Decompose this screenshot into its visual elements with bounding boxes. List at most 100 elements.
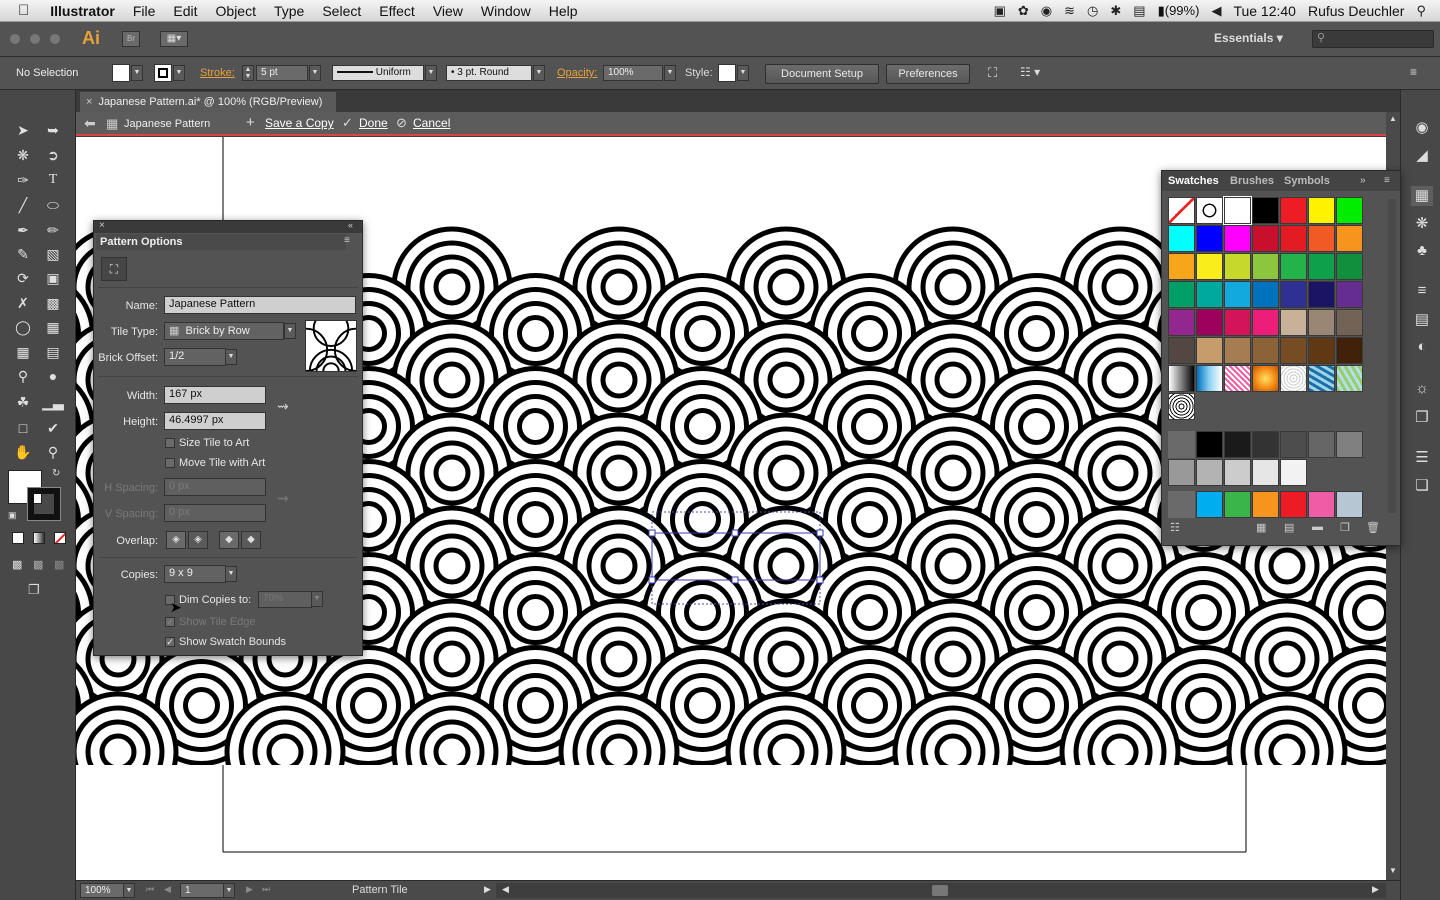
panel-collapse-icon[interactable]: «: [348, 220, 353, 230]
color-swatch[interactable]: [1336, 253, 1363, 280]
color-swatch[interactable]: [1336, 337, 1363, 364]
size-tile-to-art-checkbox[interactable]: [165, 438, 175, 448]
color-swatch[interactable]: [1308, 337, 1335, 364]
minimize-window-button[interactable]: [30, 34, 40, 44]
color-swatch[interactable]: [1224, 337, 1251, 364]
document-setup-button[interactable]: Document Setup: [765, 64, 879, 84]
workspace-switcher[interactable]: Essentials ▾: [1214, 31, 1283, 45]
blend-tool-icon[interactable]: ●: [42, 366, 64, 386]
color-swatch[interactable]: [1280, 225, 1307, 252]
sync-icon[interactable]: ◉: [1041, 3, 1052, 19]
zoom-dropdown[interactable]: ▼: [123, 883, 135, 898]
magic-wand-tool-icon[interactable]: ❋: [12, 145, 34, 165]
gradient-pattern-swatch[interactable]: [1168, 365, 1195, 392]
line-tool-icon[interactable]: ╱: [12, 195, 34, 215]
zoom-level-input[interactable]: 100%: [80, 883, 124, 898]
brick-offset-dropdown[interactable]: ▼: [225, 349, 237, 365]
artboard-number-input[interactable]: 1: [180, 883, 224, 898]
color-group-folder-icon[interactable]: [1168, 431, 1195, 458]
slice-tool-icon[interactable]: ✔: [42, 418, 64, 438]
color-swatch[interactable]: [1224, 281, 1251, 308]
eraser-tool-icon[interactable]: ▧: [42, 244, 64, 264]
color-swatch[interactable]: [1196, 253, 1223, 280]
horizontal-scroll-thumb[interactable]: [932, 885, 948, 896]
gray-swatch[interactable]: [1252, 431, 1279, 458]
default-colors-icon[interactable]: ▣: [8, 510, 17, 521]
symbol-sprayer-tool-icon[interactable]: ☘: [12, 392, 34, 412]
color-swatch[interactable]: [1168, 253, 1195, 280]
gray-swatch[interactable]: [1280, 459, 1307, 486]
gradient-panel-icon[interactable]: ▤: [1411, 310, 1433, 330]
color-swatch[interactable]: [1252, 225, 1279, 252]
style-dropdown[interactable]: ▼: [737, 65, 749, 81]
color-swatch[interactable]: [1336, 225, 1363, 252]
color-panel-icon[interactable]: ◉: [1411, 118, 1433, 138]
color-swatch[interactable]: [1168, 281, 1195, 308]
status-menu-arrow-icon[interactable]: ▶: [484, 884, 491, 895]
status-text[interactable]: Pattern Tile: [352, 884, 408, 896]
color-mode-icon[interactable]: [12, 532, 24, 544]
gradient-pattern-swatch[interactable]: [1308, 365, 1335, 392]
tab-symbols[interactable]: Symbols: [1284, 175, 1330, 187]
bright-swatch[interactable]: [1336, 491, 1363, 518]
height-input[interactable]: 46.4997 px: [164, 412, 266, 430]
bright-swatch[interactable]: [1224, 491, 1251, 518]
draw-inside-icon[interactable]: ▩: [54, 558, 64, 571]
tab-brushes[interactable]: Brushes: [1230, 175, 1274, 187]
gradient-tool-icon[interactable]: ▤: [42, 342, 64, 362]
tile-type-dropdown[interactable]: ▼: [284, 323, 296, 339]
layers-panel-icon[interactable]: ☰: [1411, 448, 1433, 468]
draw-behind-icon[interactable]: ▩: [33, 558, 43, 571]
menu-object[interactable]: Object: [207, 3, 265, 19]
show-swatch-bounds-checkbox[interactable]: ✓: [165, 637, 175, 647]
menu-view[interactable]: View: [424, 3, 472, 19]
gray-swatch[interactable]: [1280, 431, 1307, 458]
color-swatch[interactable]: [1196, 281, 1223, 308]
gray-swatch[interactable]: [1196, 459, 1223, 486]
color-swatch[interactable]: [1196, 337, 1223, 364]
color-swatch[interactable]: [1308, 253, 1335, 280]
arrange-documents-icon[interactable]: ▦▾: [160, 31, 188, 47]
color-swatch[interactable]: [1168, 225, 1195, 252]
swatch-scroll-track[interactable]: [1388, 199, 1396, 513]
control-panel-menu-icon[interactable]: ≡: [1410, 65, 1417, 79]
pen-tool-icon[interactable]: ✑: [12, 170, 34, 190]
wifi-icon[interactable]: ≋: [1064, 3, 1075, 19]
mesh-tool-icon[interactable]: ▦: [12, 342, 34, 362]
brushes-panel-icon[interactable]: ❋: [1411, 214, 1433, 234]
new-swatch-icon[interactable]: ❐: [1340, 521, 1350, 534]
top-in-front-icon[interactable]: ◆: [219, 531, 239, 549]
panel-close-icon[interactable]: ×: [99, 220, 105, 231]
delete-swatch-icon[interactable]: 🗑: [1366, 521, 1380, 534]
color-swatch[interactable]: [1280, 309, 1307, 336]
opacity-label[interactable]: Opacity:: [557, 67, 597, 79]
color-swatch[interactable]: [1252, 197, 1279, 224]
fill-swatch[interactable]: [112, 64, 130, 82]
tile-type-select[interactable]: ▦ Brick by Row: [164, 322, 284, 340]
graphic-styles-panel-icon[interactable]: ❐: [1411, 408, 1433, 428]
stroke-dropdown[interactable]: ▼: [173, 65, 185, 81]
eyedropper-tool-icon[interactable]: ⚲: [12, 366, 34, 386]
japanese-pattern-swatch[interactable]: [1168, 393, 1195, 420]
color-swatch[interactable]: [1224, 309, 1251, 336]
opacity-input[interactable]: 100%: [603, 65, 663, 81]
show-swatch-kinds-icon[interactable]: ▦: [1256, 521, 1266, 534]
time-machine-icon[interactable]: ◷: [1087, 3, 1098, 19]
close-window-button[interactable]: [10, 34, 20, 44]
scroll-up-arrow-icon[interactable]: ▲: [1389, 114, 1397, 123]
panel-tab[interactable]: Pattern Options: [96, 234, 346, 250]
menu-window[interactable]: Window: [472, 3, 540, 19]
profile-dropdown[interactable]: ▼: [425, 65, 437, 81]
close-tab-icon[interactable]: ×: [86, 96, 92, 108]
artboards-panel-icon[interactable]: ❏: [1411, 476, 1433, 496]
scale-tool-icon[interactable]: ▣: [42, 268, 64, 288]
hand-tool-icon[interactable]: ✋: [12, 442, 34, 462]
gradient-pattern-swatch[interactable]: [1336, 365, 1363, 392]
paintbrush-tool-icon[interactable]: ✒: [12, 220, 34, 240]
menu-edit[interactable]: Edit: [164, 3, 206, 19]
tab-swatches[interactable]: Swatches: [1168, 175, 1219, 187]
transparency-panel-icon[interactable]: ◐: [1411, 338, 1433, 358]
panel-titlebar[interactable]: × «: [94, 220, 362, 233]
gray-swatch[interactable]: [1168, 459, 1195, 486]
gradient-pattern-swatch[interactable]: [1224, 365, 1251, 392]
